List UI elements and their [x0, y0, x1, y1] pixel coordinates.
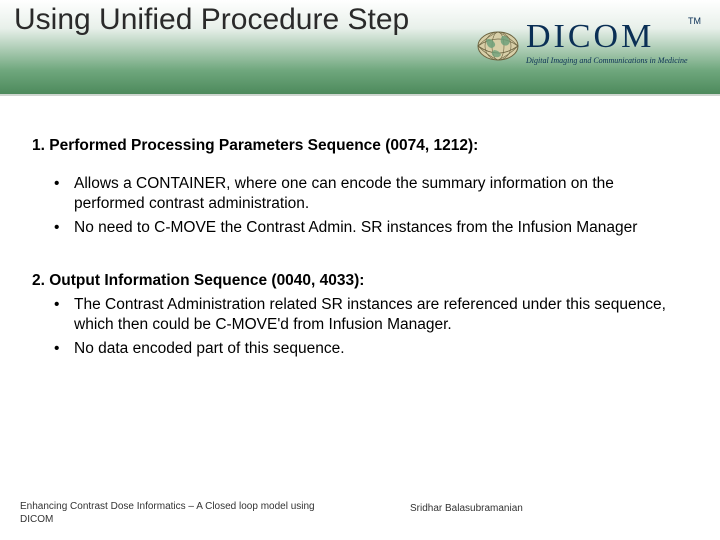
- content-area: 1. Performed Processing Parameters Seque…: [0, 96, 720, 359]
- logo-subtitle: Digital Imaging and Communications in Me…: [526, 56, 688, 65]
- slide-title: Using Unified Procedure Step: [14, 0, 409, 40]
- list-item: No need to C-MOVE the Contrast Admin. SR…: [50, 218, 688, 238]
- section-2: 2. Output Information Sequence (0040, 40…: [32, 271, 688, 360]
- slide: Using Unified Procedure Step DICOM TM Di…: [0, 0, 720, 540]
- section-1-bullets: Allows a CONTAINER, where one can encode…: [50, 174, 688, 238]
- dicom-logo: DICOM TM Digital Imaging and Communicati…: [476, 18, 706, 74]
- globe-icon: [476, 24, 520, 68]
- section-1-heading: 1. Performed Processing Parameters Seque…: [32, 136, 688, 156]
- logo-main-text: DICOM: [526, 18, 654, 56]
- section-1: 1. Performed Processing Parameters Seque…: [32, 136, 688, 239]
- footer-right: Sridhar Balasubramanian: [410, 503, 523, 514]
- footer-left: Enhancing Contrast Dose Informatics – A …: [20, 501, 320, 526]
- section-2-bullets: The Contrast Administration related SR i…: [50, 295, 688, 359]
- list-item: The Contrast Administration related SR i…: [50, 295, 688, 335]
- list-item: Allows a CONTAINER, where one can encode…: [50, 174, 688, 214]
- list-item: No data encoded part of this sequence.: [50, 339, 688, 359]
- section-2-heading: 2. Output Information Sequence (0040, 40…: [32, 271, 688, 291]
- title-band: Using Unified Procedure Step DICOM TM Di…: [0, 0, 720, 96]
- logo-tm: TM: [688, 16, 701, 26]
